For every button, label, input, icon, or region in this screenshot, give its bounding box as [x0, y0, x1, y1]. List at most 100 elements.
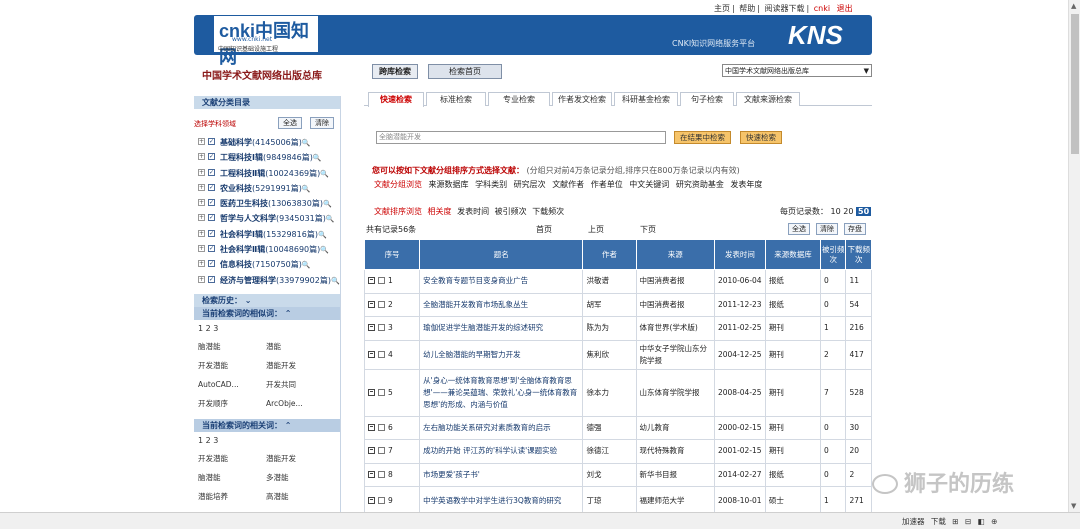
related-word[interactable]: 潜能开发: [262, 449, 332, 468]
result-author[interactable]: 胡军: [582, 292, 637, 317]
help-link[interactable]: 帮助: [739, 4, 755, 13]
col-date[interactable]: 发表时间: [713, 239, 766, 270]
similar-word[interactable]: 开发共同: [262, 375, 332, 394]
document-icon[interactable]: [368, 277, 375, 285]
tab-sentence-search[interactable]: 句子检索: [680, 92, 734, 106]
cnki-logo[interactable]: cnki中国知网 www.cnki.net 中国知识基础设施工程: [214, 16, 318, 67]
sort-option[interactable]: 文献排序浏览: [374, 207, 422, 216]
result-source[interactable]: 现代特殊教育: [635, 439, 715, 464]
row-checkbox[interactable]: [378, 497, 385, 504]
result-title[interactable]: 全脑潜能开发教育市场乱象丛生: [419, 292, 584, 317]
checkbox[interactable]: ✓: [208, 183, 215, 191]
category-item[interactable]: + ✓ 医药卫生科技(13063830篇)🔍: [194, 196, 340, 211]
scroll-up-icon[interactable]: ▲: [1071, 2, 1076, 10]
result-title[interactable]: 安全教育专题节目变身商业广告: [419, 269, 584, 294]
expand-icon[interactable]: +: [198, 260, 205, 268]
search-icon[interactable]: 🔍: [323, 200, 332, 208]
result-source[interactable]: 体育世界(学术版): [635, 316, 715, 341]
category-item[interactable]: + ✓ 哲学与人文科学(9345031篇)🔍: [194, 211, 340, 226]
category-item[interactable]: + ✓ 社会科学Ⅱ辑(10048690篇)🔍: [194, 242, 340, 257]
similar-word[interactable]: ArcObje...: [262, 394, 332, 413]
group-option[interactable]: 来源数据库: [429, 180, 469, 189]
result-author[interactable]: 焦利欣: [582, 339, 637, 370]
result-source[interactable]: 山东体育学院学报: [635, 368, 715, 417]
checkbox[interactable]: ✓: [208, 153, 215, 161]
row-checkbox[interactable]: [378, 470, 385, 478]
search-icon[interactable]: 🔍: [302, 185, 311, 193]
group-option[interactable]: 作者单位: [591, 180, 623, 189]
document-icon[interactable]: [368, 447, 375, 455]
expand-icon[interactable]: +: [198, 199, 205, 207]
search-in-results-button[interactable]: 在结果中检索: [674, 131, 731, 144]
document-icon[interactable]: [368, 388, 375, 396]
result-title[interactable]: 幼儿全脑潜能的早期智力开发: [419, 339, 584, 370]
tab-author-search[interactable]: 作者发文检索: [552, 92, 612, 106]
status-icon[interactable]: ◧: [978, 517, 985, 526]
download-button[interactable]: 下载: [931, 517, 946, 526]
checkbox[interactable]: ✓: [208, 245, 215, 253]
search-icon[interactable]: 🔍: [302, 261, 311, 269]
search-icon[interactable]: 🔍: [318, 231, 327, 239]
category-item[interactable]: + ✓ 社会科学Ⅰ辑(15329816篇)🔍: [194, 227, 340, 242]
row-checkbox[interactable]: [378, 300, 385, 308]
result-author[interactable]: 徐本力: [582, 368, 637, 417]
col-title[interactable]: 题名: [419, 239, 584, 270]
group-option[interactable]: 文献分组浏览: [374, 180, 422, 189]
result-source[interactable]: 幼儿教育: [635, 415, 715, 440]
select-all-subjects-button[interactable]: 全选: [278, 117, 302, 129]
first-page-link[interactable]: 首页: [536, 224, 552, 235]
col-source[interactable]: 来源: [635, 239, 715, 270]
save-button[interactable]: 存盘: [844, 223, 866, 235]
col-db[interactable]: 来源数据库: [764, 239, 822, 270]
result-source[interactable]: 中华女子学院山东分院学报: [635, 339, 715, 370]
user-link[interactable]: cnki: [814, 4, 830, 13]
row-checkbox[interactable]: [378, 447, 385, 455]
search-icon[interactable]: 🔍: [313, 154, 322, 162]
accelerator-button[interactable]: 加速器: [902, 517, 925, 526]
related-words-pages[interactable]: 1 2 3: [194, 432, 340, 449]
prev-page-link[interactable]: 上页: [588, 224, 604, 235]
row-checkbox[interactable]: [378, 324, 385, 332]
result-author[interactable]: 陈为为: [582, 316, 637, 341]
checkbox[interactable]: ✓: [208, 168, 215, 176]
document-icon[interactable]: [368, 497, 375, 504]
search-icon[interactable]: 🔍: [331, 277, 340, 285]
result-source[interactable]: 新华书目报: [635, 462, 715, 487]
checkbox[interactable]: ✓: [208, 260, 215, 268]
result-author[interactable]: 洪敬谱: [582, 269, 637, 294]
result-source[interactable]: 中国消费者报: [635, 269, 715, 294]
reader-download-link[interactable]: 阅读器下载: [765, 4, 805, 13]
tab-fund-search[interactable]: 科研基金检索: [614, 92, 678, 106]
expand-icon[interactable]: +: [198, 245, 205, 253]
col-downloads[interactable]: 下载频次: [845, 239, 872, 270]
search-icon[interactable]: 🔍: [320, 170, 329, 178]
scroll-down-icon[interactable]: ▼: [1071, 502, 1076, 510]
zoom-icon[interactable]: ⊕: [991, 517, 997, 526]
col-cited[interactable]: 被引频次: [820, 239, 847, 270]
per-page-option[interactable]: 10: [831, 207, 841, 216]
result-author[interactable]: 德强: [582, 415, 637, 440]
chevron-up-icon[interactable]: ⌃: [285, 421, 292, 430]
search-input[interactable]: 全脑潜能开发: [376, 131, 666, 144]
similar-word[interactable]: 开发潜能: [194, 356, 262, 375]
related-word[interactable]: 多潜能: [262, 468, 332, 487]
document-icon[interactable]: [368, 423, 375, 431]
clear-button[interactable]: 清除: [816, 223, 838, 235]
search-history-header[interactable]: 检索历史： ⌄: [194, 293, 340, 307]
group-option[interactable]: 研究层次: [514, 180, 546, 189]
row-checkbox[interactable]: [378, 350, 385, 358]
sort-option[interactable]: 下载频次: [532, 207, 564, 216]
row-checkbox[interactable]: [378, 423, 385, 431]
group-option[interactable]: 发表年度: [730, 180, 762, 189]
similar-word[interactable]: 脑潜能: [194, 337, 262, 356]
similar-word[interactable]: AutoCAD...: [194, 375, 262, 394]
document-icon[interactable]: [368, 470, 375, 478]
per-page-option[interactable]: 20: [843, 207, 853, 216]
result-author[interactable]: 刘戈: [582, 462, 637, 487]
search-icon[interactable]: 🔍: [320, 246, 329, 254]
database-select[interactable]: 中国学术文献网络出版总库 ▼: [722, 64, 872, 77]
tab-professional-search[interactable]: 专业检索: [488, 92, 550, 106]
category-item[interactable]: + ✓ 工程科技Ⅱ辑(10024369篇)🔍: [194, 166, 340, 181]
checkbox[interactable]: ✓: [208, 214, 215, 222]
expand-icon[interactable]: +: [198, 153, 205, 161]
